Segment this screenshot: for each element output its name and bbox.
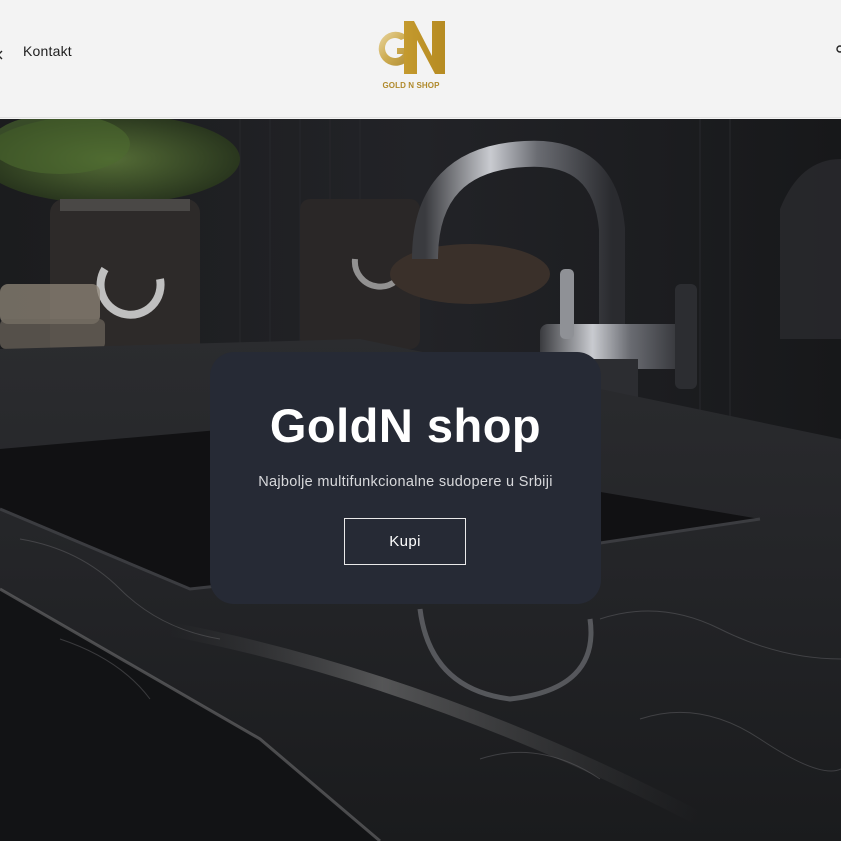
account-icon[interactable] [835, 44, 841, 56]
chevron-left-icon[interactable] [0, 47, 3, 60]
site-logo[interactable]: GOLD N SHOP [371, 18, 451, 94]
hero-banner: GoldN shop Najbolje multifunkcionalne su… [0, 119, 841, 841]
nav-link-kontakt[interactable]: Kontakt [23, 43, 72, 59]
buy-button[interactable]: Kupi [344, 518, 466, 565]
hero-title: GoldN shop [269, 399, 542, 452]
logo-text: GOLD N SHOP [382, 81, 440, 90]
hero-card: GoldN shop Najbolje multifunkcionalne su… [210, 352, 601, 604]
hero-subtitle: Najbolje multifunkcionalne sudopere u Sr… [258, 474, 553, 490]
site-header: Kontakt GOLD N SHOP [0, 0, 841, 118]
logo-mark-icon [378, 21, 445, 74]
